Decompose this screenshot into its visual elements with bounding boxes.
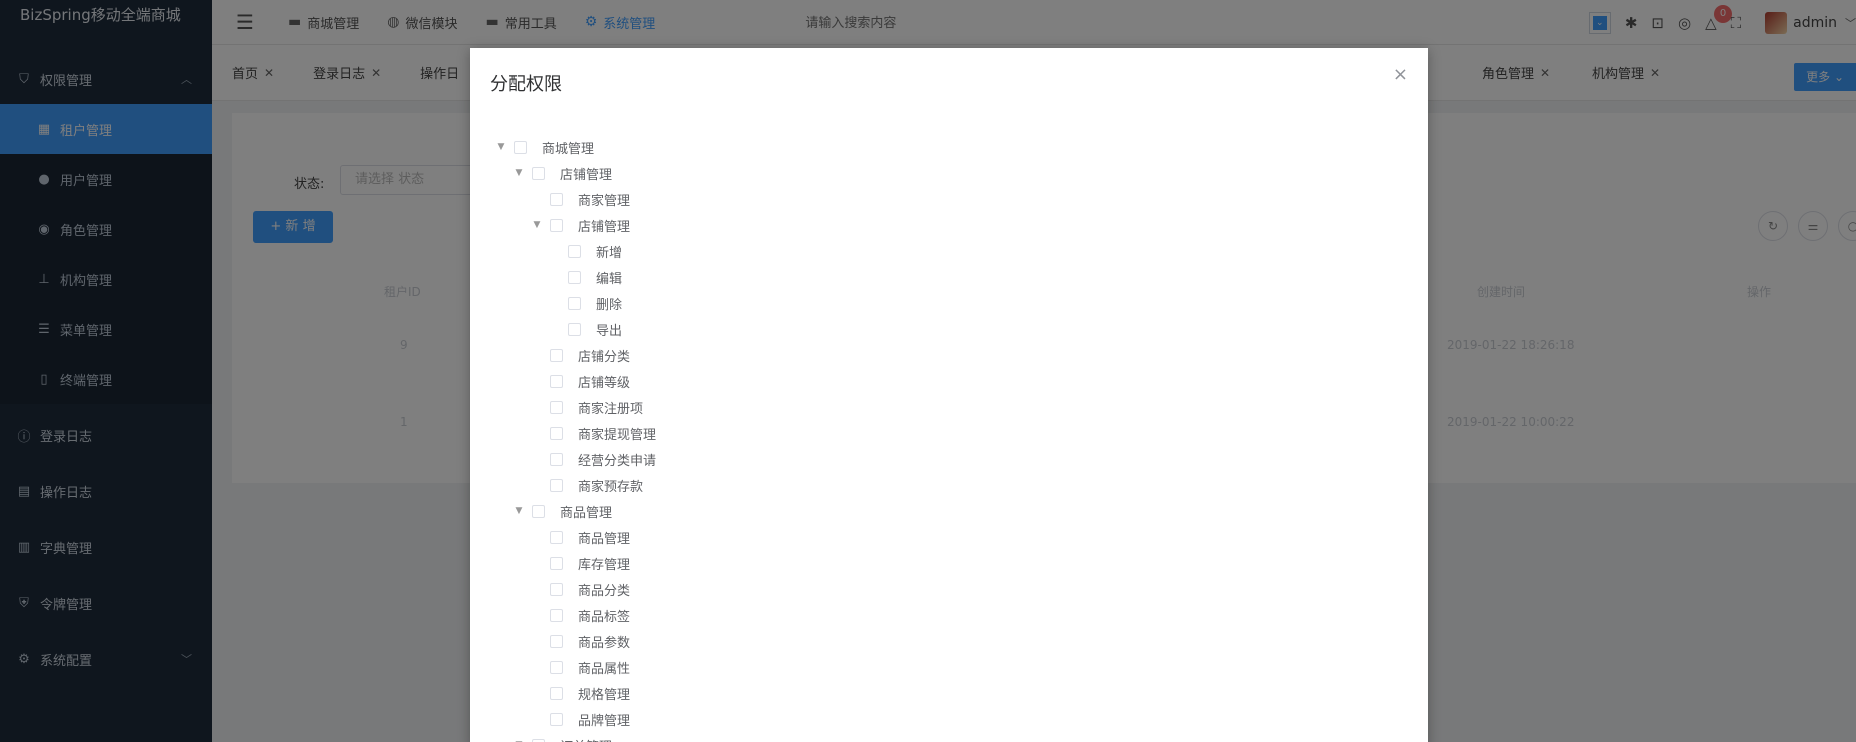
tree-node-label: 编辑	[596, 271, 623, 287]
tree-node-label: 商品标签	[578, 609, 631, 625]
tree-node-label: 新增	[596, 245, 623, 261]
tree-node[interactable]: ▼ 店铺管理	[496, 212, 656, 238]
tree-node-label: 订单管理	[560, 736, 612, 742]
tree-node[interactable]: 商品参数	[496, 628, 656, 654]
tree-checkbox[interactable]	[532, 504, 545, 518]
tree-node-label: 商家预存款	[578, 479, 644, 495]
tree-node[interactable]: 商品管理	[496, 524, 656, 550]
tree-node-label: 店铺分类	[578, 349, 631, 365]
tree-node[interactable]: 库存管理	[496, 550, 656, 576]
tree-node[interactable]: 商品分类	[496, 576, 656, 602]
tree-node-label: 商家提现管理	[578, 427, 657, 443]
tree-node[interactable]: ▼ 商品管理	[496, 498, 656, 524]
tree-node[interactable]: 经营分类申请	[496, 446, 656, 472]
tree-node[interactable]: 规格管理	[496, 680, 656, 706]
tree-checkbox[interactable]	[550, 556, 563, 570]
tree-node[interactable]: 店铺分类	[496, 342, 656, 368]
caret-down-icon[interactable]: ▼	[496, 142, 506, 152]
tree-checkbox[interactable]	[568, 270, 581, 284]
tree-checkbox[interactable]	[550, 452, 563, 466]
tree-node-label: 删除	[596, 297, 623, 313]
caret-down-icon[interactable]: ▼	[532, 220, 542, 230]
tree-node[interactable]: 店铺等级	[496, 368, 656, 394]
tree-checkbox[interactable]	[568, 244, 581, 258]
permission-tree: ▼ 商城管理 ▼ 店铺管理 商家管理 ▼ 店铺管理 新增 编辑 删除 导出 店铺分类 店铺等级 商家注册项…	[496, 134, 656, 742]
assign-permission-dialog: 分配权限 × ▼ 商城管理 ▼ 店铺管理 商家管理 ▼ 店铺管理 新增 编辑 删除 导出 店铺分类 店铺…	[470, 48, 1428, 742]
tree-node-label: 商家注册项	[578, 401, 644, 417]
tree-checkbox[interactable]	[550, 218, 563, 232]
tree-node-label: 库存管理	[578, 557, 631, 573]
caret-down-icon[interactable]: ▼	[514, 168, 524, 178]
tree-node[interactable]: 新增	[496, 238, 656, 264]
tree-node-label: 品牌管理	[578, 713, 631, 729]
tree-checkbox[interactable]	[550, 660, 563, 674]
tree-node-label: 店铺管理	[560, 167, 613, 183]
tree-node-label: 经营分类申请	[578, 453, 657, 469]
tree-node-label: 商家管理	[578, 193, 631, 209]
tree-checkbox[interactable]	[550, 634, 563, 648]
dialog-title: 分配权限	[490, 74, 562, 95]
tree-checkbox[interactable]	[550, 712, 563, 726]
tree-checkbox[interactable]	[532, 738, 545, 742]
tree-node-label: 商品分类	[578, 583, 631, 599]
tree-checkbox[interactable]	[550, 478, 563, 492]
tree-checkbox[interactable]	[550, 582, 563, 596]
caret-down-icon[interactable]: ▼	[514, 506, 524, 516]
tree-node[interactable]: 商家预存款	[496, 472, 656, 498]
tree-node-label: 商城管理	[542, 141, 595, 157]
tree-node[interactable]: 商家提现管理	[496, 420, 656, 446]
tree-node[interactable]: 编辑	[496, 264, 656, 290]
tree-checkbox[interactable]	[568, 296, 581, 310]
tree-checkbox[interactable]	[550, 192, 563, 206]
tree-node-label: 店铺管理	[578, 219, 631, 235]
tree-node[interactable]: ▼订单管理	[496, 732, 656, 742]
tree-node[interactable]: 商品属性	[496, 654, 656, 680]
tree-checkbox[interactable]	[568, 322, 581, 336]
tree-node-label: 商品管理	[560, 505, 613, 521]
tree-node-label: 商品参数	[578, 635, 631, 651]
close-icon[interactable]: ×	[1393, 64, 1408, 85]
tree-checkbox[interactable]	[550, 374, 563, 388]
tree-node-label: 规格管理	[578, 687, 631, 703]
tree-checkbox[interactable]	[514, 140, 527, 154]
tree-node[interactable]: 商家管理	[496, 186, 656, 212]
tree-node[interactable]: 删除	[496, 290, 656, 316]
tree-checkbox[interactable]	[550, 686, 563, 700]
tree-node-label: 商品属性	[578, 661, 631, 677]
tree-node[interactable]: 品牌管理	[496, 706, 656, 732]
tree-checkbox[interactable]	[550, 426, 563, 440]
tree-node[interactable]: ▼ 商城管理	[496, 134, 656, 160]
tree-node[interactable]: ▼ 店铺管理	[496, 160, 656, 186]
tree-node[interactable]: 商品标签	[496, 602, 656, 628]
tree-node-label: 店铺等级	[578, 375, 631, 391]
tree-checkbox[interactable]	[532, 166, 545, 180]
tree-node-label: 导出	[596, 323, 623, 339]
tree-node[interactable]: 导出	[496, 316, 656, 342]
tree-checkbox[interactable]	[550, 400, 563, 414]
tree-checkbox[interactable]	[550, 348, 563, 362]
tree-checkbox[interactable]	[550, 608, 563, 622]
tree-node[interactable]: 商家注册项	[496, 394, 656, 420]
tree-node-label: 商品管理	[578, 531, 631, 547]
tree-checkbox[interactable]	[550, 530, 563, 544]
